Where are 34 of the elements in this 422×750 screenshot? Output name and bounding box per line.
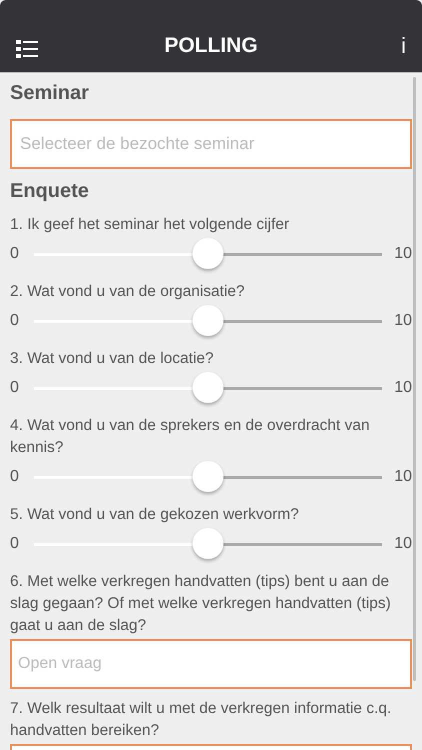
menu-icon[interactable]	[16, 40, 38, 58]
slider-thumb[interactable]	[192, 528, 224, 558]
slider[interactable]	[34, 304, 382, 338]
question-text: 4. Wat vond u van de sprekers en de overdracht van kennis?	[10, 416, 371, 458]
slider-min-label: 0	[10, 244, 20, 264]
slider-thumb[interactable]	[192, 460, 224, 492]
slider-max-label: 10	[394, 467, 412, 487]
question-text: 5. Wat vond u van de gekozen werkvorm?	[10, 505, 300, 525]
slider-max-label: 10	[394, 534, 412, 554]
question-text: 6. Met welke verkregen handvatten (tips) bent u aan de slag gegaan? Of met welke verkregen handvatten (tips) gaat u aan de slag?	[10, 572, 392, 636]
seminar-select-field[interactable]: Selecteer de bezochte seminar	[10, 119, 412, 169]
question-text: 7. Welk resultaat wilt u met de verkregen informatie c.q. handvatten bereiken?	[10, 699, 392, 741]
slider-max-label: 10	[394, 378, 412, 398]
answer-field[interactable]: Open vraag	[10, 639, 412, 689]
slider[interactable]	[34, 528, 382, 560]
slider[interactable]	[34, 372, 382, 404]
slider-min-label: 0	[10, 534, 20, 554]
slider-thumb[interactable]	[192, 372, 224, 402]
slider-max-label: 10	[394, 244, 412, 264]
slider-thumb[interactable]	[192, 304, 224, 336]
slider-min-label: 0	[10, 378, 20, 398]
info-button[interactable]: i	[384, 34, 406, 58]
question-text: 1. Ik geef het seminar het volgende cijfer	[10, 215, 290, 235]
question-text: 2. Wat vond u van de organisatie?	[10, 282, 246, 302]
slider-min-label: 0	[10, 467, 20, 487]
question-text: 3. Wat vond u van de locatie?	[10, 349, 215, 369]
app-title: POLLING	[163, 34, 259, 58]
slider-min-label: 0	[10, 311, 20, 331]
section-heading: Enquete	[10, 179, 90, 203]
section-heading: Seminar	[10, 81, 90, 105]
slider-max-label: 10	[394, 311, 412, 331]
slider[interactable]	[34, 460, 382, 494]
slider-thumb[interactable]	[192, 238, 224, 268]
slider[interactable]	[34, 238, 382, 270]
